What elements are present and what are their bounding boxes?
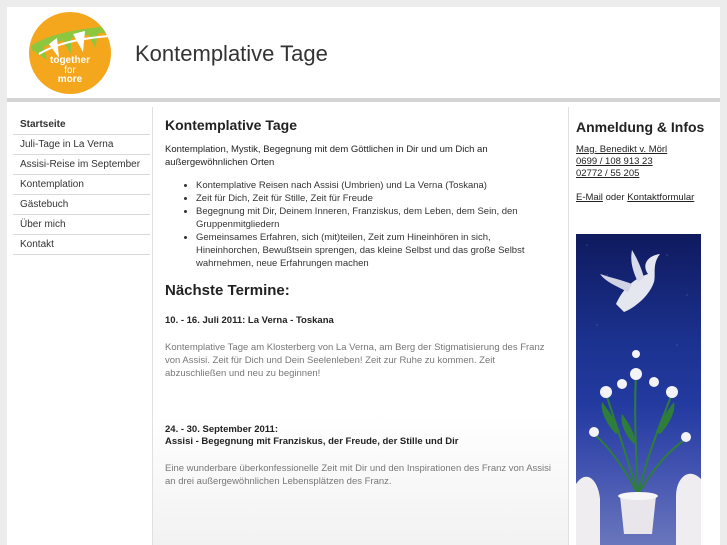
phone-mobile[interactable]: 0699 / 108 913 23 — [576, 156, 706, 168]
logo-text-line: more — [57, 74, 83, 85]
nav-item-kontemplation[interactable]: Kontemplation — [13, 175, 150, 195]
event-title-line: 10. - 16. Juli 2011: La Verna - Toskana — [165, 315, 334, 326]
event-description: Kontemplative Tage am Klosterberg von La… — [165, 342, 545, 379]
right-sidebar: Anmeldung & Infos Mag. Benedikt v. Mörl … — [576, 117, 706, 203]
contact-links: E-Mail oder Kontaktformular — [576, 192, 706, 203]
contact-form-link[interactable]: Kontaktformular — [627, 192, 694, 203]
page: together for more Kontemplative Tage Sta… — [7, 7, 720, 545]
phone-landline[interactable]: 02772 / 55 205 — [576, 168, 706, 180]
site-title: Kontemplative Tage — [135, 41, 328, 66]
feature-list: Kontemplative Reisen nach Assisi (Umbrie… — [165, 179, 555, 270]
or-text: oder — [605, 192, 625, 203]
nav-item-juli-tage[interactable]: Juli-Tage in La Verna — [13, 135, 150, 155]
header-divider — [7, 98, 720, 102]
nav-item-assisi-reise[interactable]: Assisi-Reise im September — [13, 155, 150, 175]
column-divider — [152, 107, 153, 545]
termine-heading: Nächste Termine: — [165, 282, 290, 299]
main-content: Kontemplative Tage Kontemplation, Mystik… — [165, 117, 555, 532]
nav-item-startseite[interactable]: Startseite — [13, 115, 150, 135]
list-item: Gemeinsames Erfahren, sich (mit)teilen, … — [196, 231, 555, 270]
event-title: 10. - 16. Juli 2011: La Verna - Toskana — [165, 315, 555, 327]
sidebar-photo — [576, 234, 701, 545]
event-description: Eine wunderbare überkonfessionelle Zeit … — [165, 463, 552, 487]
sidebar-nav: Startseite Juli-Tage in La Verna Assisi-… — [13, 115, 150, 255]
column-divider — [568, 107, 569, 545]
event-title-line: Assisi - Begegnung mit Franziskus, der F… — [165, 436, 459, 447]
anmeldung-heading: Anmeldung & Infos — [576, 119, 705, 135]
contact-name[interactable]: Mag. Benedikt v. Mörl — [576, 144, 706, 156]
list-item: Zeit für Dich, Zeit für Stille, Zeit für… — [196, 192, 555, 205]
list-item: Kontemplative Reisen nach Assisi (Umbrie… — [196, 179, 555, 192]
contact-block: Mag. Benedikt v. Mörl 0699 / 108 913 23 … — [576, 144, 706, 180]
nav-item-gaestebuch[interactable]: Gästebuch — [13, 195, 150, 215]
page-title: Kontemplative Tage — [165, 117, 297, 133]
intro-text: Kontemplation, Mystik, Begegnung mit dem… — [165, 144, 488, 168]
email-link[interactable]: E-Mail — [576, 192, 603, 203]
event-title: 24. - 30. September 2011: Assisi - Begeg… — [165, 424, 555, 448]
nav-item-ueber-mich[interactable]: Über mich — [13, 215, 150, 235]
event-title-line: 24. - 30. September 2011: — [165, 424, 279, 435]
dove-flowers-image — [576, 244, 701, 545]
header: together for more Kontemplative Tage — [7, 7, 720, 102]
list-item: Begegnung mit Dir, Deinem Inneren, Franz… — [196, 205, 555, 231]
nav-item-kontakt[interactable]: Kontakt — [13, 235, 150, 255]
logo[interactable]: together for more — [29, 12, 111, 94]
